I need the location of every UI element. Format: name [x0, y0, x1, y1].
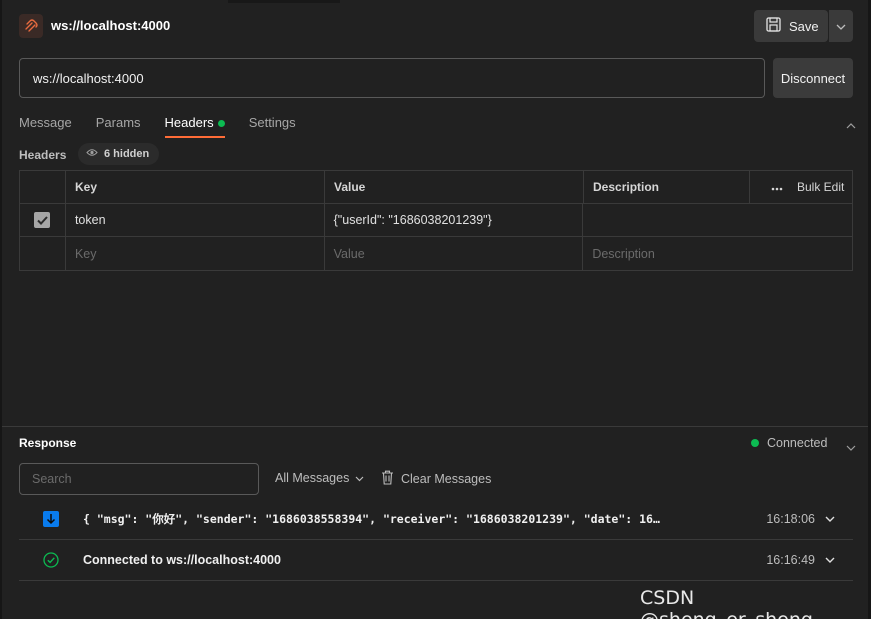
tab-settings-label: Settings: [248, 115, 296, 130]
message-content: Connected to ws://localhost:4000: [83, 553, 281, 567]
chevron-up-icon[interactable]: [846, 116, 856, 134]
request-title[interactable]: ws://localhost:4000: [51, 18, 170, 33]
new-key-input[interactable]: Key: [66, 237, 325, 270]
save-icon: [766, 17, 781, 35]
save-label: Save: [789, 18, 819, 34]
key-column-header: Key: [66, 171, 325, 203]
message-search-input[interactable]: Search: [19, 463, 259, 495]
header-value-cell[interactable]: {"userId": "1686038201239"}: [325, 204, 584, 236]
search-placeholder: Search: [32, 472, 72, 486]
clear-messages-label: Clear Messages: [401, 472, 492, 486]
chevron-down-icon[interactable]: [825, 557, 839, 563]
table-row-empty: Key Value Description: [20, 237, 852, 270]
message-row[interactable]: { "msg": "你好", "sender": "1686038558394"…: [19, 499, 853, 540]
row-checkbox[interactable]: [34, 212, 51, 228]
response-title: Response: [19, 436, 77, 450]
filter-label: All Messages: [275, 471, 350, 485]
status-dot: [751, 439, 759, 447]
headers-indicator-dot: [217, 120, 225, 127]
tab-headers[interactable]: Headers: [164, 110, 225, 138]
message-filter-dropdown[interactable]: All Messages: [275, 471, 364, 485]
value-column-header: Value: [325, 171, 584, 203]
save-options-button[interactable]: [829, 10, 853, 42]
new-value-input[interactable]: Value: [325, 237, 584, 270]
bulk-edit-cell: Bulk Edit: [750, 171, 852, 203]
tab-params-label: Params: [95, 115, 141, 130]
table-header-row: Key Value Description Bulk Edit: [20, 171, 852, 204]
chevron-down-icon[interactable]: [846, 438, 856, 456]
request-tabs: Message Params Headers Settings: [19, 110, 320, 138]
row-checkbox-cell: [20, 204, 66, 236]
pane-divider[interactable]: [2, 426, 868, 427]
tab-settings[interactable]: Settings: [249, 110, 296, 138]
connection-status: Connected: [751, 436, 827, 450]
incoming-arrow-icon: [43, 511, 59, 527]
header-key-cell[interactable]: token: [66, 204, 325, 236]
more-options-icon[interactable]: [771, 180, 783, 194]
chevron-down-icon[interactable]: [825, 516, 839, 522]
tab-params[interactable]: Params: [96, 110, 141, 138]
chevron-down-icon: [836, 17, 846, 35]
tab-message-label: Message: [19, 115, 72, 130]
bulk-edit-button[interactable]: Bulk Edit: [797, 180, 844, 194]
tab-message[interactable]: Message: [19, 110, 72, 138]
chevron-down-icon: [355, 471, 364, 485]
disconnect-button[interactable]: Disconnect: [773, 58, 853, 98]
top-strip: [228, 0, 340, 3]
select-column-header: [20, 171, 66, 203]
check-circle-icon: [43, 552, 59, 568]
url-value: ws://localhost:4000: [33, 70, 144, 86]
save-button[interactable]: Save: [754, 10, 828, 42]
watermark: CSDN @sheng_er_sheng: [640, 587, 813, 619]
description-column-header: Description: [584, 171, 750, 203]
header-description-cell[interactable]: [583, 204, 852, 236]
message-timestamp: 16:18:06: [766, 512, 815, 526]
left-edge: [0, 0, 2, 619]
headers-table: Key Value Description Bulk Edit token {"…: [19, 170, 853, 271]
message-content: { "msg": "你好", "sender": "1686038558394"…: [83, 512, 660, 526]
table-row: token {"userId": "1686038201239"}: [20, 204, 852, 237]
tab-headers-label: Headers: [164, 115, 214, 130]
websocket-icon: [19, 14, 43, 38]
message-timestamp: 16:16:49: [766, 553, 815, 567]
message-row[interactable]: Connected to ws://localhost:4000 16:16:4…: [19, 540, 853, 581]
hidden-headers-toggle[interactable]: 6 hidden: [78, 143, 160, 165]
trash-icon: [381, 470, 394, 488]
new-description-input[interactable]: Description: [583, 237, 852, 270]
eye-icon: [86, 148, 98, 160]
url-input[interactable]: ws://localhost:4000: [19, 58, 765, 98]
status-label: Connected: [767, 436, 828, 450]
empty-checkbox-cell: [20, 237, 66, 270]
clear-messages-button[interactable]: Clear Messages: [381, 470, 491, 488]
hidden-count: 6 hidden: [104, 148, 150, 160]
headers-section-title: Headers: [19, 148, 67, 162]
